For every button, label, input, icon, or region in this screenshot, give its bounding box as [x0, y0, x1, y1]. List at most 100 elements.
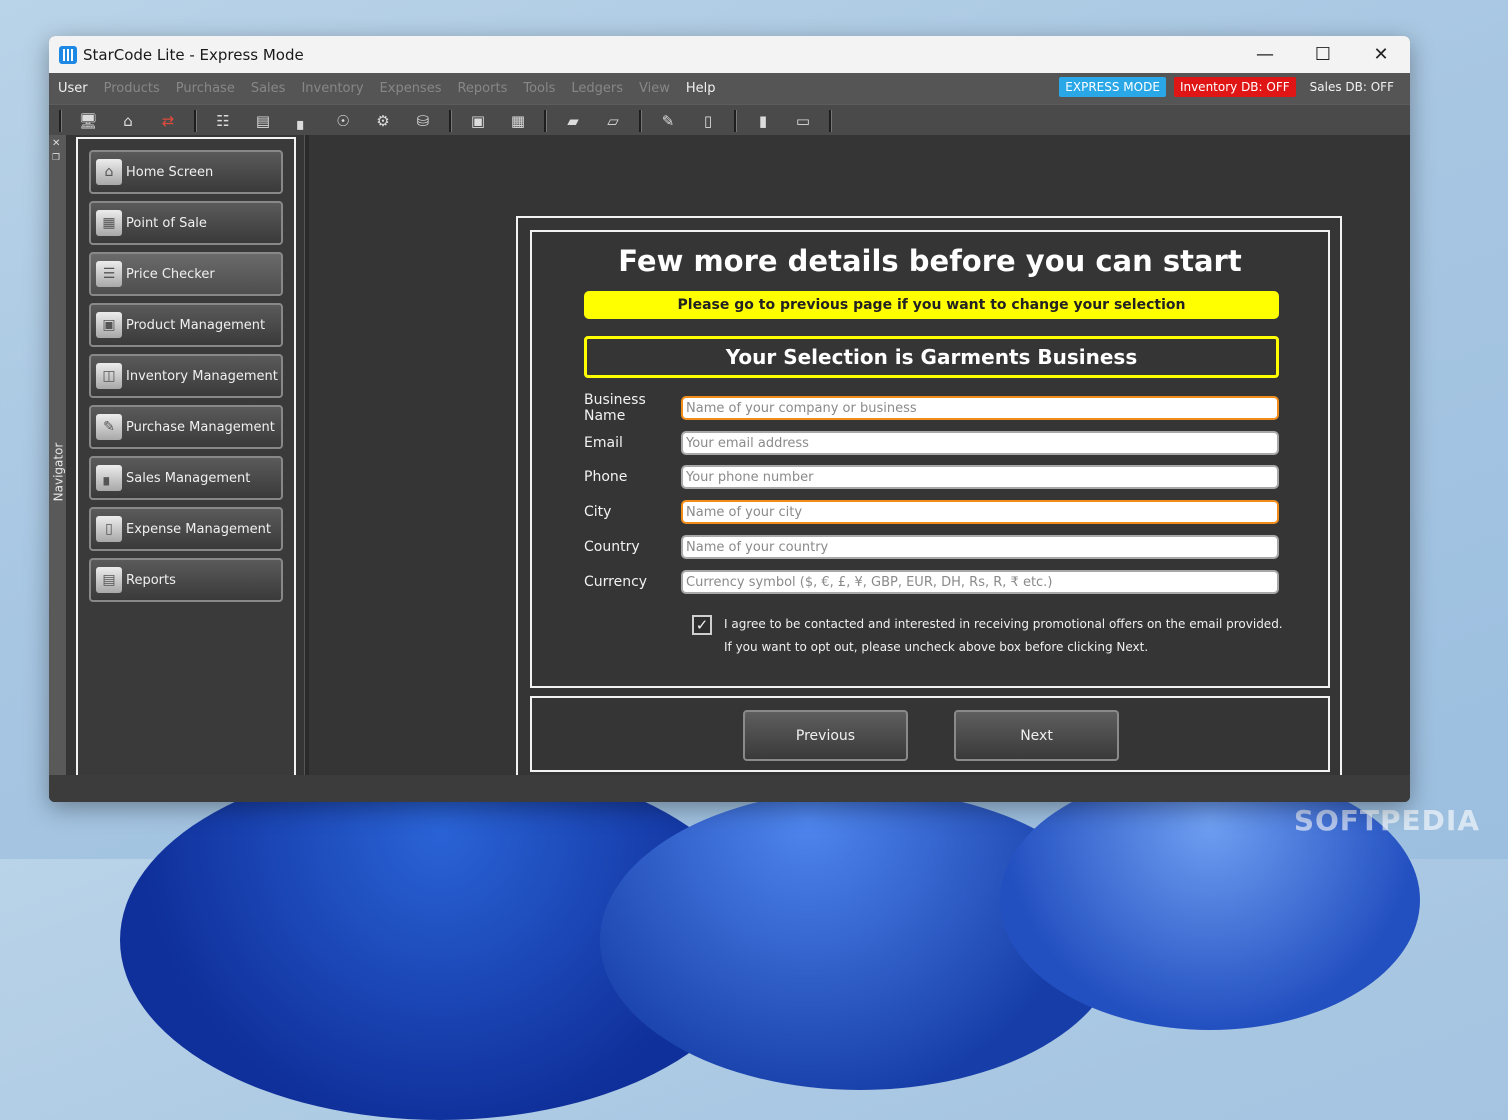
details-panel: Few more details before you can start Pl… [530, 230, 1330, 688]
consent-checkbox[interactable]: ✓ [692, 615, 712, 635]
status-bar [49, 775, 1410, 802]
email-row: Email [584, 430, 1284, 456]
express-mode-badge: EXPRESS MODE [1059, 77, 1166, 97]
nav-expense-management[interactable]: ▯ Expense Management [89, 507, 283, 551]
monitor-icon[interactable]: 🖥 [75, 110, 101, 132]
nav-label: Price Checker [126, 266, 215, 282]
nav-reports[interactable]: ▤ Reports [89, 558, 283, 602]
close-icon[interactable]: ✕ [1352, 36, 1410, 73]
open-box-icon[interactable]: ▰ [560, 110, 586, 132]
disc-icon[interactable]: ☉ [330, 110, 356, 132]
menu-products[interactable]: Products [104, 81, 160, 96]
navigator-dock-strip: ✕ ❐ Navigator [49, 135, 66, 775]
phone-input[interactable] [681, 465, 1279, 489]
country-input[interactable] [681, 535, 1279, 559]
expense-wallet-icon: ▯ [96, 516, 122, 542]
toolbar-separator [194, 109, 197, 132]
document-icon[interactable]: ▤ [250, 110, 276, 132]
status-badges: EXPRESS MODE Inventory DB: OFF Sales DB:… [1051, 77, 1400, 97]
maximize-icon[interactable]: ☐ [1294, 36, 1352, 73]
page-title: Few more details before you can start [618, 244, 1242, 278]
city-input[interactable] [681, 500, 1279, 524]
nav-label: Sales Management [126, 470, 251, 486]
menu-inventory[interactable]: Inventory [301, 81, 363, 96]
toolbar-separator [639, 109, 642, 132]
folder-open-icon[interactable]: ▭ [790, 110, 816, 132]
menu-reports[interactable]: Reports [457, 81, 507, 96]
nav-purchase-management[interactable]: ✎ Purchase Management [89, 405, 283, 449]
menu-expenses[interactable]: Expenses [380, 81, 442, 96]
business-name-input[interactable] [681, 396, 1279, 420]
navigator-label: Navigator [51, 442, 66, 502]
invoice-icon[interactable]: ✎ [655, 110, 681, 132]
phone-row: Phone [584, 464, 1284, 490]
country-row: Country [584, 534, 1284, 560]
menu-sales[interactable]: Sales [251, 81, 286, 96]
hierarchy-icon[interactable]: ☷ [210, 110, 236, 132]
nav-label: Home Screen [126, 164, 214, 180]
currency-row: Currency [584, 569, 1284, 595]
sales-chart-icon: ▖ [96, 465, 122, 491]
box-icon[interactable]: ▱ [600, 110, 626, 132]
softpedia-watermark: SOFTPEDIA [1293, 804, 1480, 837]
boxes-icon[interactable]: ▣ [465, 110, 491, 132]
nav-product-management[interactable]: ▣ Product Management [89, 303, 283, 347]
currency-input[interactable] [681, 570, 1279, 594]
menu-tools[interactable]: Tools [523, 81, 555, 96]
barcode-icon: ☰ [96, 261, 122, 287]
nav-point-of-sale[interactable]: ▦ Point of Sale [89, 201, 283, 245]
email-label: Email [584, 435, 623, 451]
toolbar-separator [449, 109, 452, 132]
phone-label: Phone [584, 469, 628, 485]
gear-icon[interactable]: ⚙ [370, 110, 396, 132]
folder-icon[interactable]: ▮ [750, 110, 776, 132]
menu-user[interactable]: User [58, 81, 88, 96]
nav-sales-management[interactable]: ▖ Sales Management [89, 456, 283, 500]
nav-price-checker[interactable]: ☰ Price Checker [89, 252, 283, 296]
product-box-icon: ▣ [96, 312, 122, 338]
inventory-db-badge: Inventory DB: OFF [1173, 77, 1296, 97]
app-window: StarCode Lite - Express Mode — ☐ ✕ User … [49, 36, 1410, 802]
business-name-row: Business Name [584, 392, 1284, 424]
previous-button[interactable]: Previous [743, 710, 908, 761]
toolbar-separator [734, 109, 737, 132]
blocks-icon[interactable]: ▦ [505, 110, 531, 132]
title-bar: StarCode Lite - Express Mode — ☐ ✕ [49, 36, 1410, 73]
menu-help[interactable]: Help [686, 81, 716, 96]
menu-purchase[interactable]: Purchase [176, 81, 235, 96]
inventory-boxes-icon: ◫ [96, 363, 122, 389]
minimize-icon[interactable]: — [1236, 36, 1294, 73]
city-label: City [584, 504, 612, 520]
transfer-arrows-icon[interactable]: ⇄ [155, 110, 181, 132]
dock-restore-icon[interactable]: ❐ [52, 153, 60, 163]
opt-out-text: If you want to opt out, please uncheck a… [724, 640, 1149, 654]
nav-label: Product Management [126, 317, 266, 333]
toolbar-separator [59, 109, 62, 132]
nav-home-screen[interactable]: ⌂ Home Screen [89, 150, 283, 194]
nav-label: Point of Sale [126, 215, 207, 231]
menu-ledgers[interactable]: Ledgers [571, 81, 623, 96]
toolbar-separator [829, 109, 832, 132]
navigator-panel: ⌂ Home Screen ▦ Point of Sale ☰ Price Ch… [76, 137, 296, 779]
dock-close-icon[interactable]: ✕ [52, 138, 60, 149]
consent-text: I agree to be contacted and interested i… [724, 617, 1283, 631]
wallet-icon[interactable]: ▯ [695, 110, 721, 132]
email-input[interactable] [681, 431, 1279, 455]
purchase-list-icon: ✎ [96, 414, 122, 440]
nav-label: Reports [126, 572, 176, 588]
home-icon[interactable]: ⌂ [115, 110, 141, 132]
home-icon: ⌂ [96, 159, 122, 185]
country-label: Country [584, 539, 640, 555]
main-content: ✕ ❐ Navigator ⌂ Home Screen ▦ Point of S… [49, 135, 1410, 802]
menu-view[interactable]: View [639, 81, 670, 96]
city-row: City [584, 499, 1284, 525]
app-logo-icon [59, 45, 77, 64]
nav-label: Purchase Management [126, 419, 275, 435]
navigation-buttons-panel: Previous Next [530, 696, 1330, 772]
chart-icon[interactable]: ▖ [290, 110, 316, 132]
panel-splitter[interactable] [304, 135, 309, 775]
nav-inventory-management[interactable]: ◫ Inventory Management [89, 354, 283, 398]
database-icon[interactable]: ⛁ [410, 110, 436, 132]
notice-banner: Please go to previous page if you want t… [584, 291, 1279, 319]
next-button[interactable]: Next [954, 710, 1119, 761]
